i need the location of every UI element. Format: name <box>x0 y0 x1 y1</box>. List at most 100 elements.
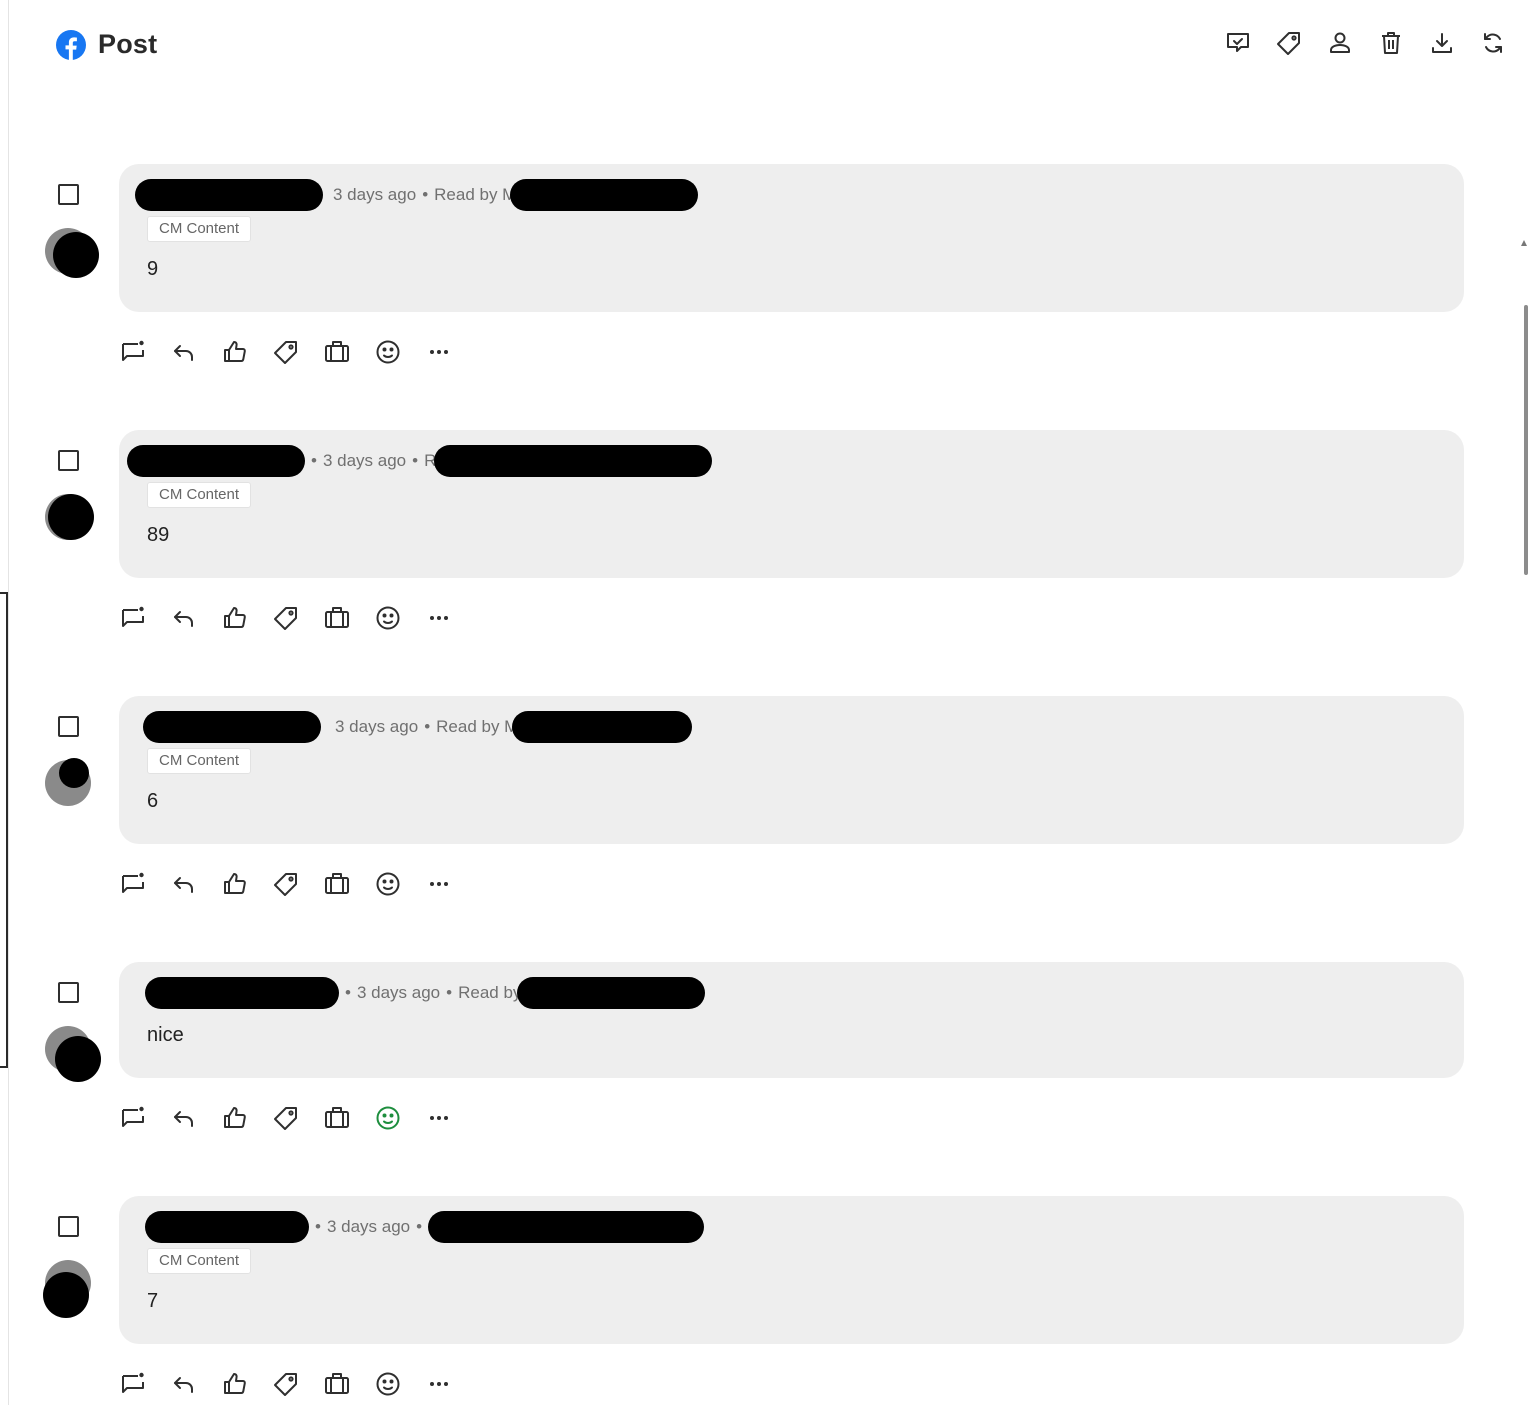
content-tag: CM Content <box>147 482 252 508</box>
read-by: Read by <box>458 983 522 1002</box>
like-icon[interactable] <box>221 1370 248 1397</box>
comment-checkbox[interactable] <box>58 450 79 471</box>
tag-icon[interactable] <box>272 604 299 631</box>
more-icon[interactable] <box>425 338 452 365</box>
download-icon[interactable] <box>1428 28 1455 58</box>
comment-time: 3 days ago <box>322 451 407 470</box>
mark-read-icon[interactable] <box>1224 28 1251 58</box>
avatar <box>45 228 99 278</box>
sentiment-icon[interactable] <box>374 1104 401 1131</box>
redacted-reader <box>510 179 699 211</box>
more-icon[interactable] <box>425 604 452 631</box>
like-icon[interactable] <box>221 338 248 365</box>
separator: • <box>424 717 431 736</box>
more-icon[interactable] <box>425 1370 452 1397</box>
briefcase-icon[interactable] <box>323 604 350 631</box>
redacted-reader <box>428 1211 705 1243</box>
comment-checkbox[interactable] <box>58 184 79 205</box>
add-comment-icon[interactable] <box>119 870 146 897</box>
read-by: Read by M <box>436 717 519 736</box>
comment-time: 3 days ago <box>333 185 417 204</box>
comment-actions <box>119 1370 452 1397</box>
sentiment-icon[interactable] <box>374 338 401 365</box>
comment-time: 3 days ago <box>335 717 419 736</box>
redacted-author <box>145 1211 309 1243</box>
briefcase-icon[interactable] <box>323 338 350 365</box>
redaction <box>53 232 99 278</box>
comment-text: 9 <box>147 258 159 280</box>
comment-bubble[interactable]: • 3 days ago • R CM Content 89 <box>119 430 1464 578</box>
briefcase-icon[interactable] <box>323 870 350 897</box>
tag-icon[interactable] <box>272 1370 299 1397</box>
scrollbar-thumb[interactable] <box>1524 305 1528 575</box>
like-icon[interactable] <box>221 604 248 631</box>
like-icon[interactable] <box>221 1104 248 1131</box>
tag-icon[interactable] <box>272 1104 299 1131</box>
redacted-author <box>127 445 305 477</box>
like-icon[interactable] <box>221 870 248 897</box>
comment-actions <box>119 338 452 365</box>
more-icon[interactable] <box>425 870 452 897</box>
comment-actions <box>119 1104 452 1131</box>
comment-bubble[interactable]: 3 days ago • Read by M CM Content 6 <box>119 696 1464 844</box>
redacted-author <box>143 711 321 743</box>
redaction <box>43 1272 89 1318</box>
more-icon[interactable] <box>425 1104 452 1131</box>
avatar <box>45 758 91 806</box>
refresh-icon[interactable] <box>1479 28 1506 58</box>
content-tag: CM Content <box>147 1248 252 1274</box>
redacted-reader <box>434 445 713 477</box>
add-comment-icon[interactable] <box>119 604 146 631</box>
redaction <box>55 1036 101 1082</box>
avatar <box>45 1026 101 1082</box>
add-comment-icon[interactable] <box>119 1104 146 1131</box>
comment-meta: • 3 days ago • Read by <box>135 976 706 1010</box>
add-comment-icon[interactable] <box>119 338 146 365</box>
reply-icon[interactable] <box>170 870 197 897</box>
briefcase-icon[interactable] <box>323 1370 350 1397</box>
separator: • <box>416 1217 423 1236</box>
header-toolbar <box>1224 28 1506 58</box>
sentiment-icon[interactable] <box>374 1370 401 1397</box>
comment-checkbox[interactable] <box>58 1216 79 1237</box>
comment-time: 3 days ago <box>356 983 441 1002</box>
sentiment-icon[interactable] <box>374 604 401 631</box>
brand: Post <box>56 29 157 60</box>
separator: • <box>311 451 317 470</box>
tag-icon[interactable] <box>272 338 299 365</box>
redaction <box>59 758 89 788</box>
separator: • <box>446 983 453 1002</box>
briefcase-icon[interactable] <box>323 1104 350 1131</box>
comment-meta: • 3 days ago • R <box>127 444 713 478</box>
content-tag: CM Content <box>147 748 252 774</box>
comment-bubble[interactable]: • 3 days ago • Read by nice <box>119 962 1464 1078</box>
scroll-up-arrow[interactable] <box>1521 240 1527 246</box>
comment-text: 89 <box>147 524 170 546</box>
assign-user-icon[interactable] <box>1326 28 1353 58</box>
read-by: Read by M <box>434 185 517 204</box>
comment-text: 7 <box>147 1290 159 1312</box>
reply-icon[interactable] <box>170 1370 197 1397</box>
redaction <box>48 494 94 540</box>
facebook-logo-icon <box>56 29 86 60</box>
comment-checkbox[interactable] <box>58 982 79 1003</box>
reply-icon[interactable] <box>170 338 197 365</box>
tag-icon[interactable] <box>272 870 299 897</box>
reply-icon[interactable] <box>170 604 197 631</box>
comment-bubble[interactable]: 3 days ago • Read by M CM Content 9 <box>119 164 1464 312</box>
avatar <box>43 1260 91 1318</box>
sentiment-icon[interactable] <box>374 870 401 897</box>
comment-checkbox[interactable] <box>58 716 79 737</box>
avatar <box>45 494 94 540</box>
comment-bubble[interactable]: • 3 days ago • CM Content 7 <box>119 1196 1464 1344</box>
reply-icon[interactable] <box>170 1104 197 1131</box>
delete-icon[interactable] <box>1377 28 1404 58</box>
add-comment-icon[interactable] <box>119 1370 146 1397</box>
separator: • <box>412 451 419 470</box>
comment-meta: • 3 days ago • <box>135 1210 705 1244</box>
tag-icon[interactable] <box>1275 28 1302 58</box>
content-tag: CM Content <box>147 216 252 242</box>
comment-text: nice <box>147 1024 184 1046</box>
separator: • <box>345 983 351 1002</box>
page-title: Post <box>98 29 158 59</box>
